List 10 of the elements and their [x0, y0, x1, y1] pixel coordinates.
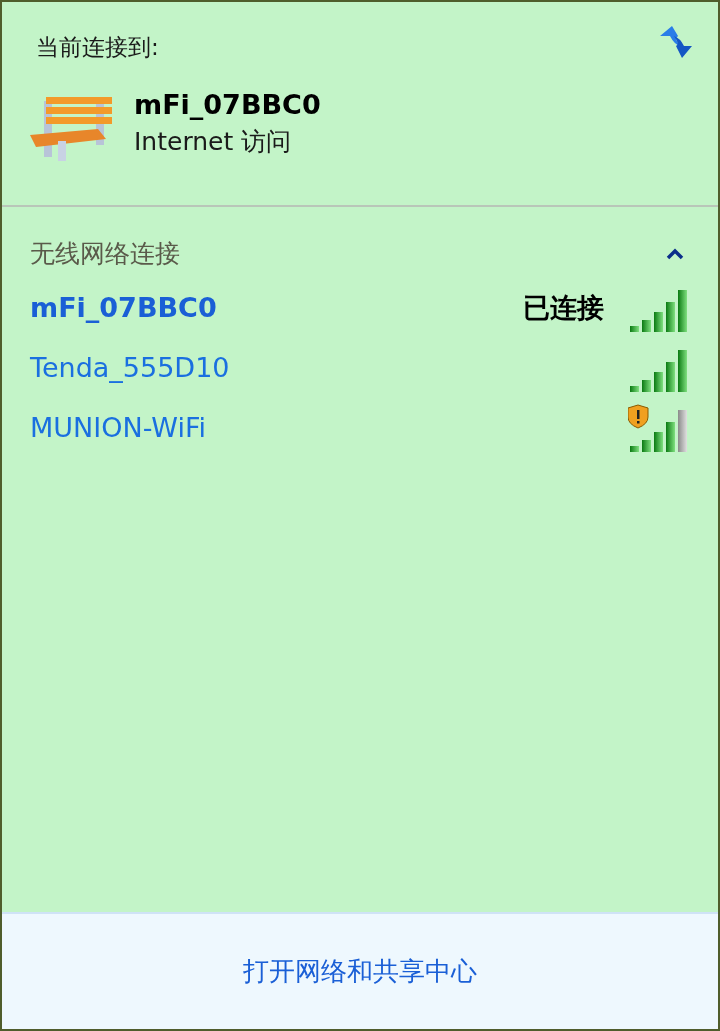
network-name[interactable]: Tenda_555D10 [30, 348, 230, 389]
network-sharing-center-link[interactable]: 打开网络和共享中心 [243, 952, 477, 991]
network-name[interactable]: mFi_07BBC0 [30, 288, 217, 329]
section-title: 无线网络连接 [30, 238, 180, 270]
section-heading: 当前连接到: [36, 33, 159, 62]
connected-network-name: mFi_07BBC0 [134, 88, 321, 122]
access-status: Internet 访问 [134, 125, 293, 157]
network-name[interactable]: MUNION-WiFi [30, 408, 206, 449]
connection-status: 已连接 [523, 291, 604, 326]
collapse-chevron-icon[interactable] [666, 247, 684, 260]
